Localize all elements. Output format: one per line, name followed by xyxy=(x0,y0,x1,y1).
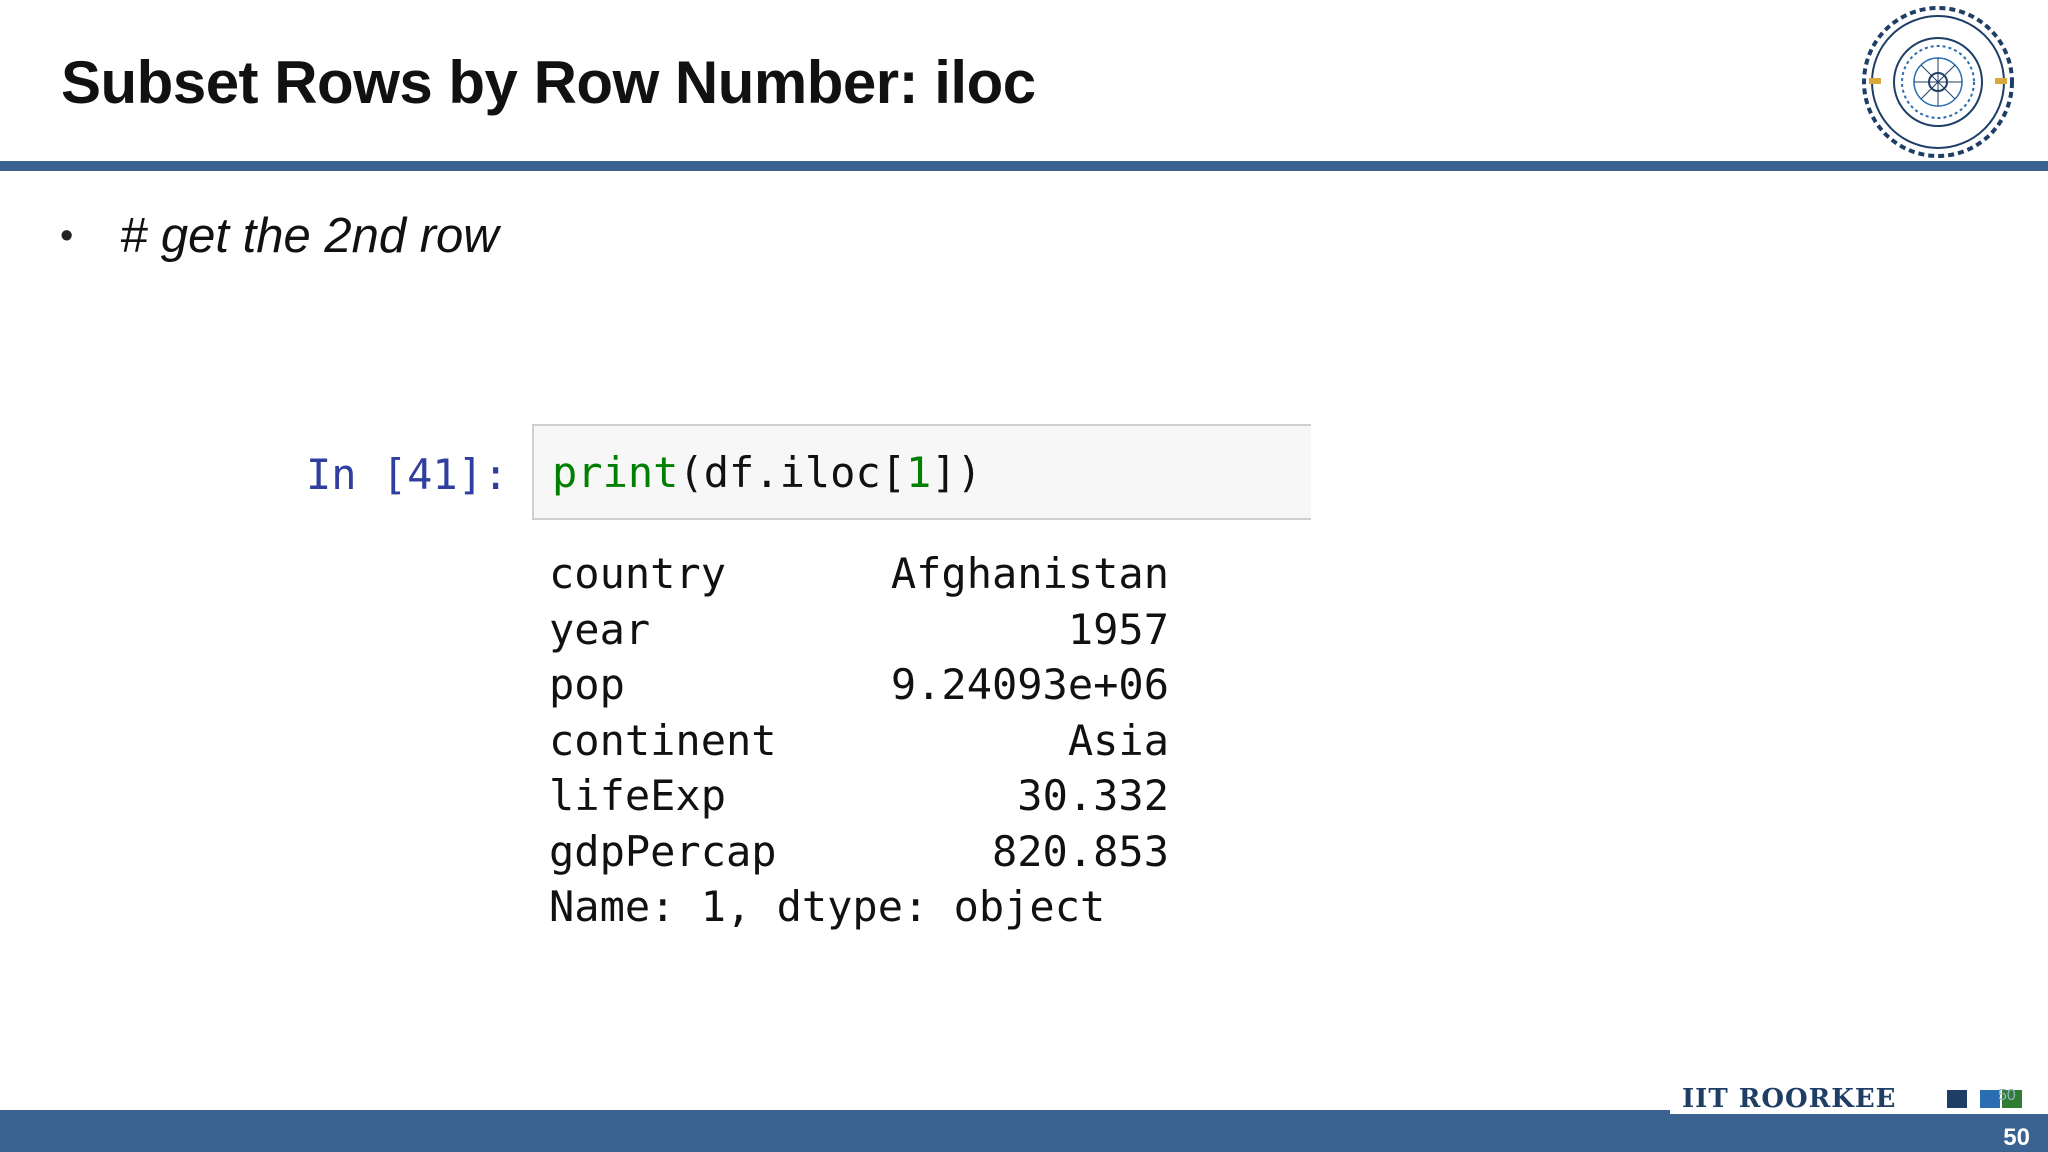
brand-page-number: 50 xyxy=(1998,1087,2016,1104)
output-key: gdpPercap xyxy=(549,826,777,876)
output-value: 1957 xyxy=(1067,604,1169,654)
brand-wordmark: IIT ROORKEE xyxy=(1682,1084,1897,1114)
brand-square-icon xyxy=(1980,1090,2000,1108)
output-row: pop 9.24093e+06 xyxy=(549,657,1169,713)
footer-branding: IIT ROORKEE 50 xyxy=(1670,1082,2048,1114)
code-number: 1 xyxy=(906,448,932,497)
output-key: continent xyxy=(549,715,777,765)
output-row: country Afghanistan xyxy=(549,546,1169,602)
bullet-item: • # get the 2nd row xyxy=(60,206,499,266)
cell-input-prompt: In [41]: xyxy=(306,450,509,499)
code-cell[interactable]: print(df.iloc[1]) xyxy=(532,424,1311,520)
cell-output: country Afghanistan year 1957 pop 9.2409… xyxy=(549,546,1169,935)
code-function: print xyxy=(552,448,679,497)
code-line: print(df.iloc[1]) xyxy=(552,448,982,498)
output-key: pop xyxy=(549,660,625,709)
output-row: lifeExp 30.332 xyxy=(549,768,1169,824)
output-value: Asia xyxy=(1067,715,1169,765)
output-key: year xyxy=(549,604,651,654)
iit-roorkee-logo xyxy=(1862,6,2014,158)
output-value: 30.332 xyxy=(1017,771,1169,820)
code-args-close: ]) xyxy=(931,448,982,497)
output-row: gdpPercap 820.853 xyxy=(549,824,1169,880)
output-value: 9.24093e+06 xyxy=(890,660,1169,709)
output-key: lifeExp xyxy=(549,771,727,820)
output-value: 820.853 xyxy=(991,826,1169,876)
output-row: continent Asia xyxy=(549,713,1169,769)
output-key: country xyxy=(549,549,727,598)
page-number: 50 xyxy=(2003,1124,2030,1151)
output-row: year 1957 xyxy=(549,602,1169,658)
output-footer: Name: 1, dtype: object xyxy=(549,882,1106,931)
brand-square-icon xyxy=(1947,1090,1967,1108)
bullet-text: # get the 2nd row xyxy=(120,209,499,263)
bullet-dot-icon: • xyxy=(60,215,74,257)
footer-bar xyxy=(0,1110,2048,1152)
output-value: Afghanistan xyxy=(890,549,1169,598)
slide-title: Subset Rows by Row Number: iloc xyxy=(61,49,1036,116)
title-underline-bar xyxy=(0,161,2048,171)
code-args-open: (df.iloc[ xyxy=(678,448,907,497)
